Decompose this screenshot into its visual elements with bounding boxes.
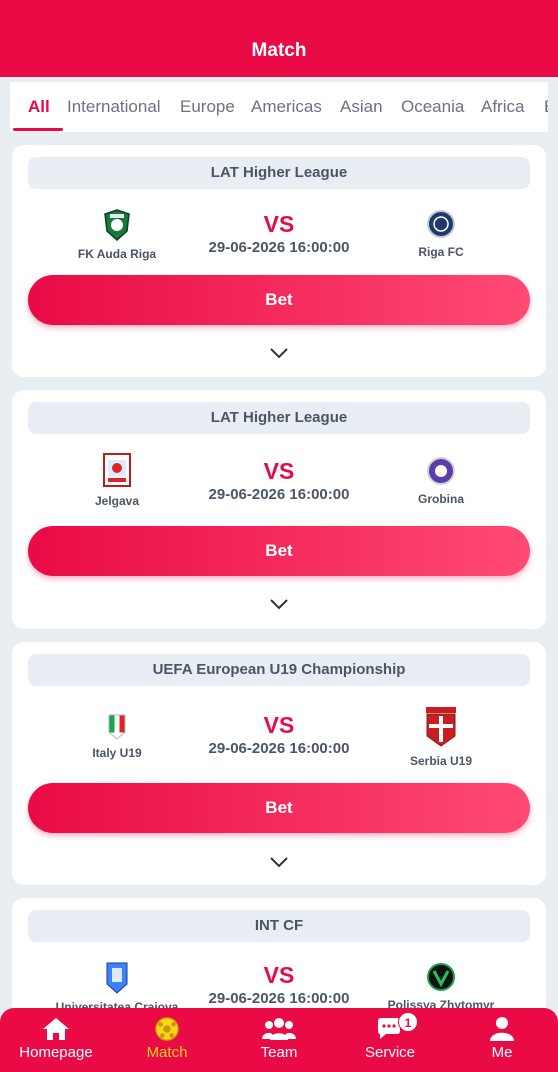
app-header: Match <box>0 0 558 77</box>
team-icon <box>262 1018 296 1040</box>
nav-match[interactable]: Match <box>112 1008 222 1072</box>
nav-label: Homepage <box>19 1044 93 1061</box>
away-team: Serbia U19 <box>366 706 516 768</box>
nav-label: Me <box>491 1044 513 1061</box>
away-team: Grobina <box>366 456 516 506</box>
flag-icon <box>426 707 456 747</box>
team-crest-icon <box>427 210 455 238</box>
tab-international[interactable]: International <box>67 97 161 117</box>
nav-label: Match <box>146 1044 188 1061</box>
league-name: INT CF <box>28 910 530 942</box>
team-crest-icon <box>427 963 455 991</box>
team-crest-icon <box>427 457 455 485</box>
match-card: INT CF Universitatea Craiova VS 29-06-20… <box>12 898 546 1008</box>
away-team-name: Riga FC <box>418 245 464 259</box>
active-tab-indicator <box>13 128 63 131</box>
match-card: LAT Higher League FK Auda Riga VS 29-06-… <box>12 145 546 377</box>
home-icon <box>43 1018 69 1040</box>
match-list[interactable]: LAT Higher League FK Auda Riga VS 29-06-… <box>0 144 558 1008</box>
nav-homepage[interactable]: Homepage <box>1 1008 111 1072</box>
league-name: UEFA European U19 Championship <box>28 654 530 686</box>
tab-oceania[interactable]: Oceania <box>401 97 464 117</box>
user-icon <box>490 1017 514 1041</box>
away-team: Polissya Zhytomyr <box>366 962 516 1008</box>
bet-button[interactable]: Bet <box>28 275 530 325</box>
nav-label: Team <box>260 1044 298 1061</box>
chevron-down-icon[interactable] <box>269 347 289 359</box>
league-name: LAT Higher League <box>28 157 530 189</box>
tab-asian[interactable]: Asian <box>340 97 383 117</box>
bottom-nav: Homepage Match Team 1 Service Me <box>0 1008 558 1072</box>
tab-all[interactable]: All <box>28 97 50 117</box>
bet-button[interactable]: Bet <box>28 526 530 576</box>
away-team: Riga FC <box>366 209 516 259</box>
league-name: LAT Higher League <box>28 402 530 434</box>
nav-me[interactable]: Me <box>447 1008 557 1072</box>
match-card: LAT Higher League Jelgava VS 29-06-2026 … <box>12 390 546 629</box>
tab-africa[interactable]: Africa <box>481 97 524 117</box>
nav-team[interactable]: Team <box>224 1008 334 1072</box>
tab-europe[interactable]: Europe <box>180 97 235 117</box>
tab-more[interactable]: E <box>544 97 548 117</box>
category-tabs: All International Europe Americas Asian … <box>10 82 548 132</box>
nav-service[interactable]: 1 Service <box>335 1008 445 1072</box>
away-team-name: Serbia U19 <box>409 754 473 768</box>
match-card: UEFA European U19 Championship Italy U19… <box>12 642 546 885</box>
chevron-down-icon[interactable] <box>269 856 289 868</box>
away-team-name: Grobina <box>417 492 464 506</box>
nav-label: Service <box>364 1044 416 1061</box>
tab-americas[interactable]: Americas <box>251 97 322 117</box>
page-title: Match <box>251 40 307 61</box>
soccer-ball-icon <box>155 1017 179 1041</box>
away-team-name: Polissya Zhytomyr <box>387 998 495 1008</box>
bet-button[interactable]: Bet <box>28 783 530 833</box>
notification-badge: 1 <box>398 1012 418 1032</box>
chevron-down-icon[interactable] <box>269 598 289 610</box>
